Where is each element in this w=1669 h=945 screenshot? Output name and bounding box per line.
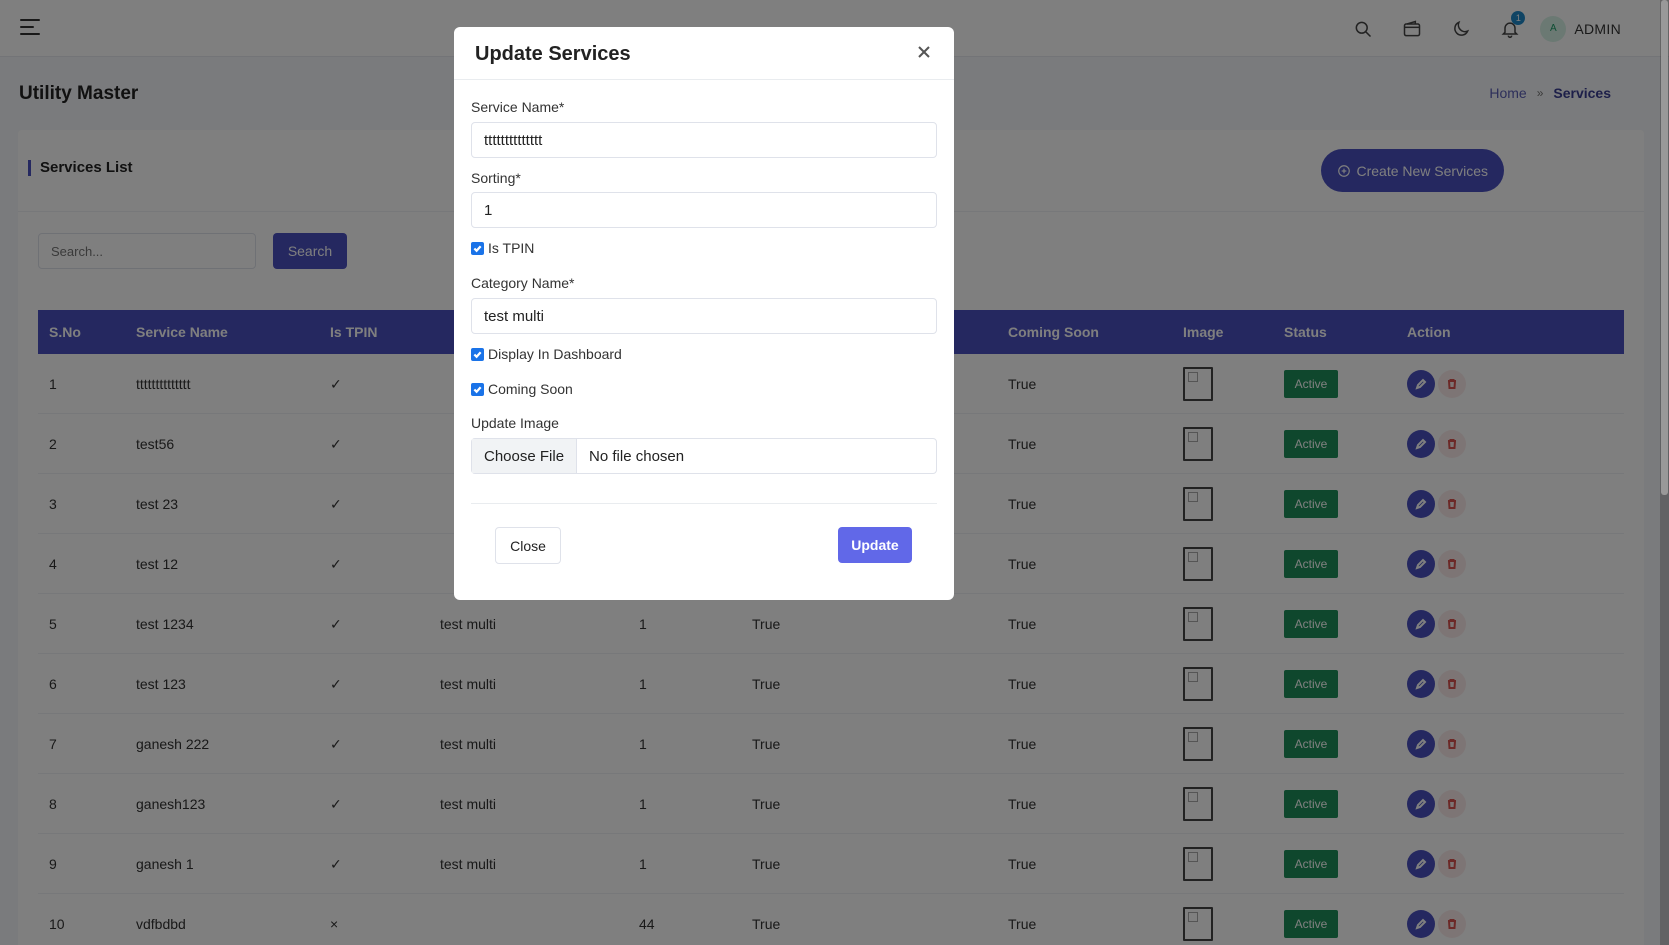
coming-soon-checkbox[interactable] bbox=[471, 382, 484, 396]
modal-footer-divider bbox=[471, 503, 937, 504]
service-name-label: Service Name* bbox=[471, 99, 565, 115]
category-name-label: Category Name* bbox=[471, 275, 575, 291]
display-dashboard-row: Display In Dashboard bbox=[471, 346, 622, 362]
category-name-input[interactable] bbox=[471, 298, 937, 334]
modal-close-icon[interactable] bbox=[917, 45, 935, 63]
coming-soon-label: Coming Soon bbox=[488, 381, 573, 397]
update-button[interactable]: Update bbox=[838, 527, 912, 563]
sorting-label: Sorting* bbox=[471, 170, 521, 186]
choose-file-button[interactable]: Choose File bbox=[472, 439, 578, 473]
update-image-label: Update Image bbox=[471, 415, 559, 431]
service-name-input[interactable] bbox=[471, 122, 937, 158]
is-tpin-checkbox[interactable] bbox=[471, 241, 484, 255]
is-tpin-label: Is TPIN bbox=[488, 240, 535, 256]
display-dashboard-checkbox[interactable] bbox=[471, 347, 484, 361]
sorting-input[interactable] bbox=[471, 192, 937, 228]
display-dashboard-label: Display In Dashboard bbox=[488, 346, 622, 362]
page-scrollbar[interactable] bbox=[1660, 0, 1669, 945]
scrollbar-thumb[interactable] bbox=[1661, 0, 1668, 495]
close-button[interactable]: Close bbox=[495, 527, 561, 564]
update-image-file-input[interactable]: Choose File No file chosen bbox=[471, 438, 937, 474]
coming-soon-row: Coming Soon bbox=[471, 381, 573, 397]
modal-title: Update Services bbox=[475, 43, 631, 65]
file-status-text: No file chosen bbox=[589, 447, 685, 465]
is-tpin-row: Is TPIN bbox=[471, 240, 534, 256]
update-services-modal: Update Services Service Name* Sorting* I… bbox=[454, 27, 954, 600]
modal-header: Update Services bbox=[454, 27, 954, 80]
